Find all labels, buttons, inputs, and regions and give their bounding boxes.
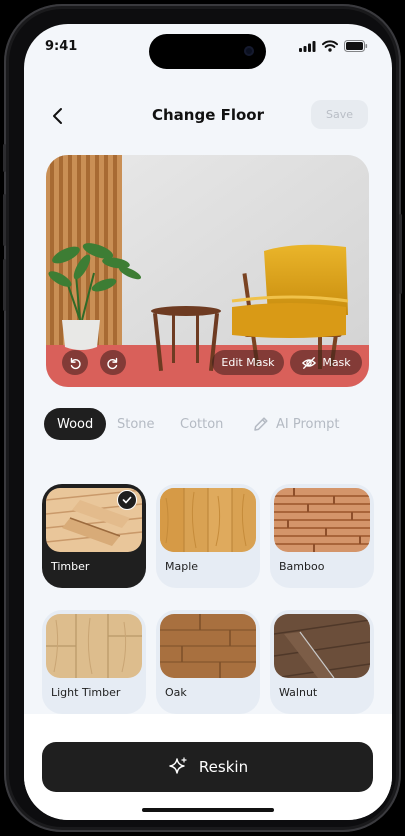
material-label: Oak bbox=[165, 686, 187, 699]
tab-label: Cotton bbox=[180, 416, 224, 432]
tab-wood[interactable]: Wood bbox=[44, 408, 107, 440]
material-thumbnail bbox=[160, 488, 256, 552]
material-thumbnail bbox=[274, 614, 370, 678]
material-tile-bamboo[interactable]: Bamboo bbox=[270, 484, 374, 588]
tab-cotton[interactable]: Cotton bbox=[180, 408, 223, 440]
volume-up-button bbox=[3, 194, 6, 246]
material-tile-timber[interactable]: Timber bbox=[42, 484, 146, 588]
tab-ai-prompt[interactable]: AI Prompt bbox=[252, 408, 340, 440]
material-label: Bamboo bbox=[279, 560, 325, 573]
edit-mask-label: Edit Mask bbox=[221, 356, 275, 369]
status-icons bbox=[299, 40, 368, 52]
signal-icon bbox=[299, 40, 316, 52]
bottom-action-bar: Reskin bbox=[24, 714, 392, 820]
camera-icon bbox=[244, 46, 254, 56]
material-tile-walnut[interactable]: Walnut bbox=[270, 610, 374, 714]
material-tile-light-timber[interactable]: Light Timber bbox=[42, 610, 146, 714]
material-label: Maple bbox=[165, 560, 199, 573]
screen: 9:41 Change Floor Save Edit Mask Mask Wo… bbox=[24, 24, 392, 820]
undo-button[interactable] bbox=[62, 350, 88, 375]
mute-switch bbox=[3, 144, 6, 172]
tab-label: Stone bbox=[117, 416, 155, 432]
material-thumbnail bbox=[274, 488, 370, 552]
tab-label: Wood bbox=[57, 416, 94, 432]
status-bar: 9:41 bbox=[24, 24, 392, 74]
save-button[interactable]: Save bbox=[311, 100, 368, 129]
undo-icon bbox=[70, 357, 81, 369]
tab-stone[interactable]: Stone bbox=[117, 408, 155, 440]
wifi-icon bbox=[322, 40, 338, 52]
sparkle-icon bbox=[169, 757, 187, 774]
mask-label: Mask bbox=[322, 356, 351, 369]
edit-mask-button[interactable]: Edit Mask bbox=[212, 350, 284, 375]
material-thumbnail bbox=[160, 614, 256, 678]
phone-frame: 9:41 Change Floor Save Edit Mask Mask Wo… bbox=[3, 4, 402, 832]
checkmark-icon bbox=[117, 490, 137, 510]
material-thumbnail bbox=[46, 614, 142, 678]
battery-icon bbox=[344, 40, 368, 52]
pencil-icon bbox=[254, 417, 268, 431]
reskin-label: Reskin bbox=[198, 758, 249, 776]
redo-button[interactable] bbox=[100, 350, 126, 375]
power-button bbox=[399, 214, 402, 294]
material-label: Timber bbox=[51, 560, 90, 573]
redo-icon bbox=[107, 357, 118, 369]
home-indicator bbox=[142, 808, 274, 812]
material-tile-maple[interactable]: Maple bbox=[156, 484, 260, 588]
volume-down-button bbox=[3, 259, 6, 311]
material-tile-oak[interactable]: Oak bbox=[156, 610, 260, 714]
mask-toggle-button[interactable]: Mask bbox=[290, 350, 362, 375]
reskin-button[interactable]: Reskin bbox=[42, 742, 373, 792]
dynamic-island bbox=[149, 34, 266, 69]
material-label: Walnut bbox=[279, 686, 318, 699]
header: Change Floor Save bbox=[24, 94, 392, 138]
room-preview: Edit Mask Mask bbox=[46, 155, 369, 387]
eye-off-icon bbox=[302, 356, 317, 369]
tab-label: AI Prompt bbox=[276, 416, 340, 432]
material-tabs: Wood Stone Cotton AI Prompt bbox=[44, 408, 384, 440]
material-label: Light Timber bbox=[51, 686, 121, 699]
status-time: 9:41 bbox=[45, 39, 78, 54]
